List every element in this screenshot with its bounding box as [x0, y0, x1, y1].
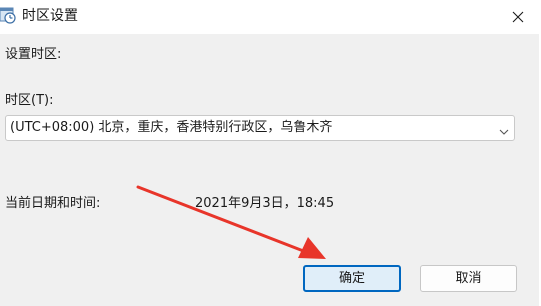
title-bar: 时区设置 [0, 0, 541, 34]
chevron-down-icon [498, 123, 510, 135]
timezone-selected-value: (UTC+08:00) 北京，重庆，香港特别行政区，乌鲁木齐 [10, 120, 333, 135]
timezone-label: 时区(T): [5, 93, 54, 108]
clock-settings-icon [0, 6, 16, 24]
current-datetime-label: 当前日期和时间: [5, 196, 101, 211]
ok-button[interactable]: 确定 [303, 265, 401, 292]
close-button[interactable] [495, 0, 541, 34]
section-label: 设置时区: [5, 47, 62, 62]
timezone-dialog: 时区设置 设置时区: 时区(T): (UTC+08:00) 北京，重庆，香港特别… [0, 0, 541, 306]
window-title: 时区设置 [22, 8, 78, 24]
current-datetime-value: 2021年9月3日，18:45 [195, 196, 335, 211]
dialog-content: 设置时区: 时区(T): (UTC+08:00) 北京，重庆，香港特别行政区，乌… [0, 34, 541, 306]
close-icon [512, 8, 524, 27]
timezone-select[interactable]: (UTC+08:00) 北京，重庆，香港特别行政区，乌鲁木齐 [5, 115, 515, 141]
cancel-button[interactable]: 取消 [420, 265, 517, 292]
